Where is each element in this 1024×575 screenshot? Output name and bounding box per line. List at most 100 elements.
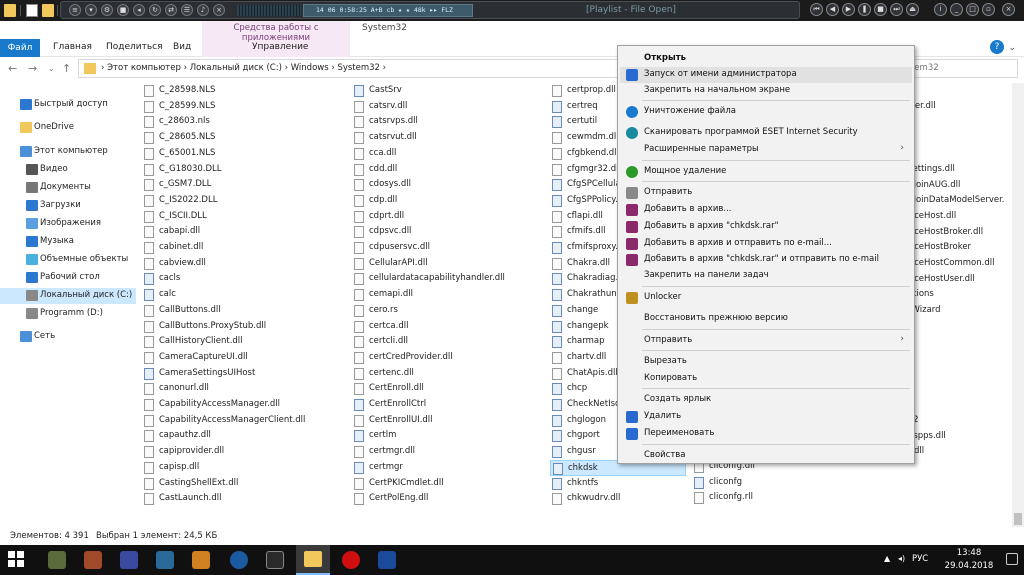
address-bar[interactable]: › Этот компьютер › Локальный диск (C:) ›… bbox=[78, 59, 618, 78]
minimize-icon[interactable]: _ bbox=[950, 3, 963, 16]
file-item[interactable]: cabapi.dll bbox=[142, 224, 348, 240]
clock-time[interactable]: 13:48 bbox=[944, 548, 994, 558]
app-icon[interactable] bbox=[120, 551, 138, 569]
menu-item[interactable]: Свойства bbox=[620, 448, 912, 464]
volume-icon[interactable]: ◂) bbox=[898, 554, 905, 563]
file-item[interactable]: certmgr.dll bbox=[352, 444, 546, 460]
expand-ribbon-icon[interactable]: ⌄ bbox=[1008, 43, 1016, 53]
file-item[interactable]: cabinet.dll bbox=[142, 240, 348, 256]
pause-icon[interactable]: ❚ bbox=[858, 3, 871, 16]
file-item[interactable]: cdprt.dll bbox=[352, 209, 546, 225]
equalizer-icon[interactable]: ♪ bbox=[197, 4, 209, 16]
file-item[interactable]: CastLaunch.dll bbox=[142, 491, 348, 507]
file-item[interactable]: CertPKICmdlet.dll bbox=[352, 476, 546, 492]
file-item[interactable]: cemapi.dll bbox=[352, 287, 546, 303]
new-folder-icon[interactable] bbox=[42, 4, 54, 17]
breadcrumb[interactable]: › Этот компьютер › Локальный диск (C:) ›… bbox=[101, 63, 386, 73]
recent-dropdown-icon[interactable]: ⌄ bbox=[48, 64, 55, 73]
settings-icon[interactable]: ⚙ bbox=[101, 4, 113, 16]
forward-icon[interactable]: → bbox=[28, 62, 37, 75]
menu-item[interactable]: Вырезать bbox=[620, 354, 912, 370]
file-item[interactable]: CastSrv bbox=[352, 83, 546, 99]
app-icon[interactable] bbox=[156, 551, 174, 569]
next-icon[interactable]: ⏭ bbox=[890, 3, 903, 16]
play-icon[interactable]: ▶ bbox=[842, 3, 855, 16]
nav-music[interactable]: Музыка bbox=[0, 234, 136, 250]
close-icon[interactable]: × bbox=[213, 4, 225, 16]
up-icon[interactable]: ↑ bbox=[62, 62, 71, 75]
file-item[interactable]: CallButtons.ProxyStub.dll bbox=[142, 319, 348, 335]
menu-item[interactable]: Отправить › bbox=[620, 333, 912, 349]
file-item[interactable]: CertEnrollCtrl bbox=[352, 397, 546, 413]
file-item[interactable]: cca.dll bbox=[352, 146, 546, 162]
file-item[interactable]: capauthz.dll bbox=[142, 428, 348, 444]
file-explorer-icon[interactable] bbox=[296, 545, 330, 575]
menu-item[interactable]: Копировать bbox=[620, 371, 912, 387]
repeat-icon[interactable]: ↻ bbox=[149, 4, 161, 16]
menu-item[interactable]: Сканировать программой ESET Internet Sec… bbox=[620, 125, 912, 141]
menu-item[interactable]: Закрепить на начальном экране bbox=[620, 83, 912, 99]
close-window-icon[interactable]: × bbox=[1002, 3, 1015, 16]
file-item[interactable]: cliconfg.rll bbox=[692, 490, 832, 506]
file-item[interactable]: catsrv.dll bbox=[352, 99, 546, 115]
file-item[interactable]: C_28605.NLS bbox=[142, 130, 348, 146]
menu-item[interactable]: Расширенные параметры › bbox=[620, 142, 912, 158]
file-item[interactable]: capiprovider.dll bbox=[142, 444, 348, 460]
clock-date[interactable]: 29.04.2018 bbox=[938, 561, 1000, 571]
file-item[interactable]: CertEnrollUI.dll bbox=[352, 413, 546, 429]
file-item[interactable]: CertEnroll.dll bbox=[352, 381, 546, 397]
file-item[interactable]: certca.dll bbox=[352, 319, 546, 335]
file-item[interactable]: cdp.dll bbox=[352, 193, 546, 209]
menu-item[interactable]: Мощное удаление bbox=[620, 164, 912, 180]
file-item[interactable]: cdd.dll bbox=[352, 162, 546, 178]
nav-downloads[interactable]: Загрузки bbox=[0, 198, 136, 214]
app-icon[interactable] bbox=[192, 551, 210, 569]
word-icon[interactable] bbox=[378, 551, 396, 569]
file-item[interactable]: cdpsvc.dll bbox=[352, 224, 546, 240]
file-item[interactable]: cabview.dll bbox=[142, 256, 348, 272]
nav-3d-objects[interactable]: Объемные объекты bbox=[0, 252, 136, 268]
file-item[interactable]: certCredProvider.dll bbox=[352, 350, 546, 366]
notification-icon[interactable] bbox=[1006, 553, 1018, 565]
nav-pictures[interactable]: Изображения bbox=[0, 216, 136, 232]
folder-icon[interactable] bbox=[4, 4, 16, 17]
tab-file[interactable]: Файл bbox=[0, 39, 40, 57]
nav-quick-access[interactable]: Быстрый доступ bbox=[0, 97, 136, 113]
shuffle-icon[interactable]: ⇄ bbox=[165, 4, 177, 16]
menu-item[interactable]: Добавить в архив "chkdsk.rar" bbox=[620, 219, 912, 235]
file-item[interactable]: chkwudrv.dll bbox=[550, 491, 690, 507]
pin-icon[interactable]: ▾ bbox=[85, 4, 97, 16]
menu-item[interactable]: Запуск от имени администратора bbox=[620, 67, 912, 83]
info-icon[interactable]: i bbox=[934, 3, 947, 16]
file-item[interactable]: certmgr bbox=[352, 460, 546, 476]
opera-icon[interactable] bbox=[342, 551, 360, 569]
language-indicator[interactable]: РУС bbox=[912, 554, 928, 564]
nav-desktop[interactable]: Рабочий стол bbox=[0, 270, 136, 286]
mute-icon[interactable]: ◂ bbox=[133, 4, 145, 16]
file-item[interactable]: CameraCaptureUI.dll bbox=[142, 350, 348, 366]
stop-icon[interactable]: ■ bbox=[117, 4, 129, 16]
file-item[interactable]: catsrvut.dll bbox=[352, 130, 546, 146]
app-icon[interactable] bbox=[266, 551, 284, 569]
file-item[interactable]: C_28598.NLS bbox=[142, 83, 348, 99]
file-item[interactable]: CertPolEng.dll bbox=[352, 491, 546, 507]
help-icon[interactable]: ? bbox=[990, 40, 1004, 54]
back-icon[interactable]: ← bbox=[8, 62, 17, 75]
file-item[interactable]: cdpusersvc.dll bbox=[352, 240, 546, 256]
file-item[interactable]: cacls bbox=[142, 271, 348, 287]
file-item[interactable]: c_28603.nls bbox=[142, 114, 348, 130]
menu-item[interactable]: Удалить bbox=[620, 409, 912, 425]
nav-local-disk-c[interactable]: Локальный диск (C:) bbox=[0, 288, 136, 304]
file-item[interactable]: cellulardatacapabilityhandler.dll bbox=[352, 271, 546, 287]
file-item[interactable]: cdosys.dll bbox=[352, 177, 546, 193]
file-item[interactable]: C_65001.NLS bbox=[142, 146, 348, 162]
file-item[interactable]: CapabilityAccessManagerClient.dll bbox=[142, 413, 348, 429]
stop-icon[interactable]: ■ bbox=[874, 3, 887, 16]
properties-icon[interactable] bbox=[26, 4, 38, 17]
menu-item[interactable]: Добавить в архив... bbox=[620, 202, 912, 218]
menu-item[interactable]: Добавить в архив и отправить по e-mail..… bbox=[620, 236, 912, 252]
file-item[interactable]: CameraSettingsUIHost bbox=[142, 366, 348, 382]
rewind-icon[interactable]: ◀ bbox=[826, 3, 839, 16]
menu-item[interactable]: Unlocker bbox=[620, 290, 912, 306]
file-item[interactable]: C_G18030.DLL bbox=[142, 162, 348, 178]
